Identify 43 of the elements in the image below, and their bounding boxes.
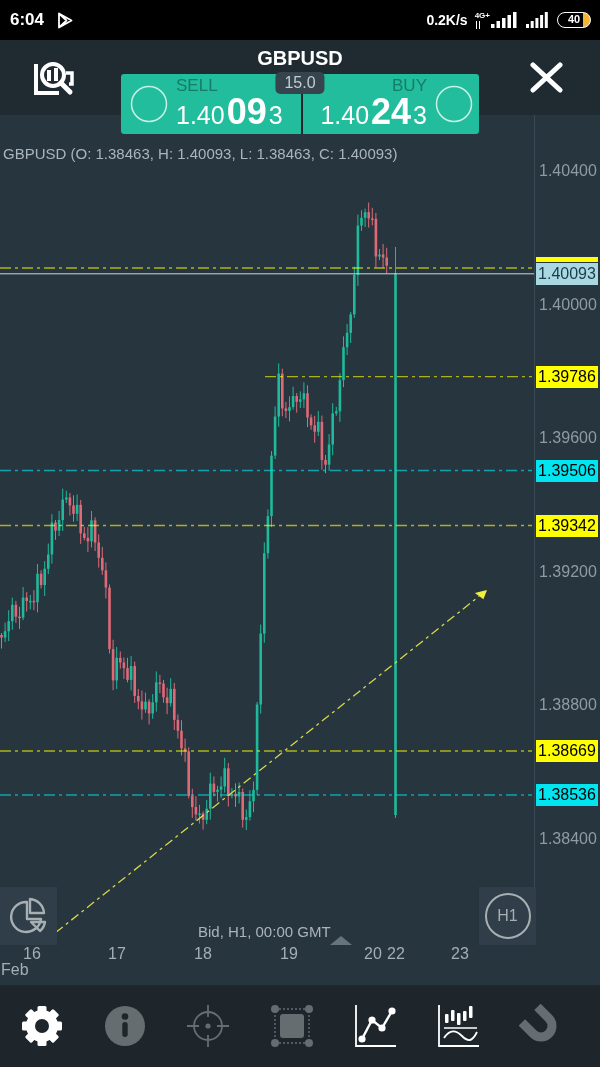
date-axis-label: 20: [364, 944, 382, 964]
pie-chart-icon: [8, 896, 49, 936]
price-level-tag: 1.38669: [536, 740, 598, 762]
data-arrows-icon: [474, 21, 481, 29]
close-icon[interactable]: [530, 62, 563, 93]
price-level-tag: 1.39342: [536, 514, 598, 537]
price-axis-label: 1.39200: [539, 561, 597, 582]
date-axis-label: 17: [108, 944, 126, 964]
price-level-tag: 1.39506: [536, 459, 598, 482]
circle-icon: [130, 85, 168, 123]
symbol-title: GBPUSD: [257, 47, 343, 70]
price-axis-label: 1.39600: [539, 428, 597, 449]
triangle-marker-icon[interactable]: [330, 936, 352, 945]
pie-chart-button[interactable]: [0, 887, 57, 945]
spread-badge: 15.0: [275, 72, 325, 94]
date-axis-label: 19: [280, 944, 298, 964]
chart-search-icon[interactable]: [33, 60, 75, 96]
current-price-tag: 1.40093: [536, 262, 598, 285]
circle-icon: [435, 85, 473, 123]
month-label: Feb: [1, 960, 29, 980]
price-level-tag: 1.39786: [536, 365, 598, 388]
battery-indicator: 40: [557, 12, 591, 28]
date-axis-label: 18: [194, 944, 212, 964]
chart-caption: Bid, H1, 00:00 GMT: [198, 923, 331, 941]
price-axis-label: 1.40400: [539, 161, 597, 181]
ohlc-legend: GBPUSD (O: 1.38463, H: 1.40093, L: 1.38463, C: 1.40093): [3, 145, 398, 163]
network-type-label: 4G+: [474, 11, 490, 20]
price-axis-label: 1.38400: [539, 829, 597, 849]
play-triangle-icon: [57, 11, 74, 29]
timeframe-button[interactable]: H1: [479, 887, 536, 945]
date-axis-label: 23: [451, 944, 469, 964]
indicator-chart-icon[interactable]: [436, 1004, 481, 1048]
signal-icon: [491, 12, 517, 28]
network-speed: 0.2K/s: [426, 12, 468, 28]
clock-time: 6:04: [10, 10, 45, 30]
price-axis-label: 1.38800: [539, 695, 597, 716]
line-chart-icon[interactable]: [352, 1004, 397, 1048]
date-axis-label: 16: [23, 944, 41, 963]
price-axis-label: 1.40000: [539, 294, 597, 315]
date-axis-label: 22: [387, 944, 405, 964]
price-level-tag: 1.38536: [536, 784, 598, 806]
settings-icon[interactable]: [19, 1004, 64, 1048]
signal-icon: [526, 12, 548, 28]
